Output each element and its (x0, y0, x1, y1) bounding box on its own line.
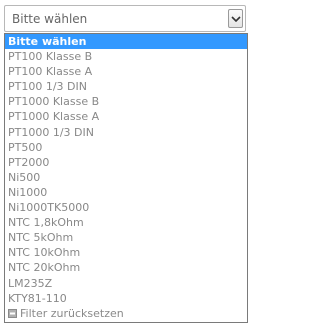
option-pt100-klasse-a[interactable]: PT100 Klasse A (5, 64, 247, 79)
option-ni1000tk5000[interactable]: Ni1000TK5000 (5, 200, 247, 215)
option-kty81-110[interactable]: KTY81-110 (5, 291, 247, 306)
option-pt1000-klasse-a[interactable]: PT1000 Klasse A (5, 109, 247, 124)
sensor-type-select[interactable]: Bitte wählen (4, 5, 246, 32)
option-pt1000-1-3-din[interactable]: PT1000 1/3 DIN (5, 125, 247, 140)
option-ni500[interactable]: Ni500 (5, 170, 247, 185)
option-ntc-10kohm[interactable]: NTC 10kOhm (5, 245, 247, 260)
dropdown-button[interactable] (228, 9, 243, 28)
dropdown-list: Bitte wählen PT100 Klasse B PT100 Klasse… (4, 33, 248, 323)
filter-reset-option[interactable]: Filter zurücksetzen (5, 306, 247, 322)
option-ntc-5kohm[interactable]: NTC 5kOhm (5, 230, 247, 245)
option-bitte-waehlen[interactable]: Bitte wählen (5, 34, 247, 50)
option-pt2000[interactable]: PT2000 (5, 155, 247, 170)
chevron-down-icon (231, 16, 241, 22)
option-ni1000[interactable]: Ni1000 (5, 185, 247, 200)
filter-reset-icon (8, 308, 17, 318)
filter-reset-label: Filter zurücksetzen (20, 306, 124, 320)
option-pt1000-klasse-b[interactable]: PT1000 Klasse B (5, 94, 247, 109)
option-ntc-1-8kohm[interactable]: NTC 1,8kOhm (5, 215, 247, 230)
option-pt100-klasse-b[interactable]: PT100 Klasse B (5, 49, 247, 64)
option-lm235z[interactable]: LM235Z (5, 276, 247, 291)
select-value: Bitte wählen (12, 12, 88, 26)
option-pt500[interactable]: PT500 (5, 140, 247, 155)
option-pt100-1-3-din[interactable]: PT100 1/3 DIN (5, 79, 247, 94)
option-ntc-20kohm[interactable]: NTC 20kOhm (5, 260, 247, 275)
